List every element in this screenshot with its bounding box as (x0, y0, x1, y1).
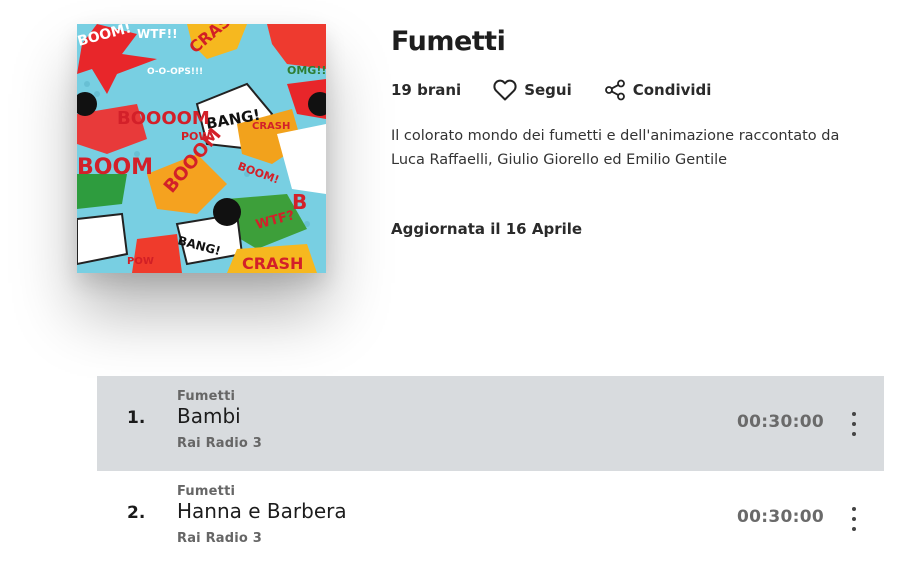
track-program: Fumetti (177, 484, 236, 499)
playlist-meta: 19 brani Segui Condividi (391, 76, 743, 104)
track-row[interactable]: 2. Fumetti Hanna e Barbera Rai Radio 3 0… (97, 471, 884, 563)
svg-text:CRASH: CRASH (242, 254, 303, 273)
follow-button[interactable]: Segui (493, 79, 572, 101)
playlist-description: Il colorato mondo dei fumetti e dell'ani… (391, 128, 840, 168)
comic-cover-art: BOOM! WTF!! CRASH O-O-OPS!!! OMG!!! BANG… (77, 24, 326, 273)
tracks-count: 19 brani (391, 81, 462, 99)
follow-label: Segui (524, 81, 572, 99)
track-channel[interactable]: Rai Radio 3 (177, 531, 262, 546)
share-button[interactable]: Condividi (604, 79, 712, 101)
playlist-title: Fumetti (391, 26, 506, 57)
track-program: Fumetti (177, 389, 236, 404)
svg-text:BOOM: BOOM (77, 155, 153, 180)
svg-text:WTF!!: WTF!! (137, 27, 178, 41)
svg-text:OMG!!!: OMG!!! (287, 64, 326, 77)
track-title[interactable]: Bambi (177, 404, 241, 428)
track-channel[interactable]: Rai Radio 3 (177, 436, 262, 451)
more-vertical-icon[interactable] (844, 412, 864, 436)
svg-text:CRASH: CRASH (252, 121, 290, 132)
track-duration: 00:30:00 (737, 412, 824, 432)
heart-icon (493, 79, 517, 101)
svg-text:BOOOOM: BOOOOM (117, 108, 210, 129)
svg-text:O-O-OPS!!!: O-O-OPS!!! (147, 67, 203, 77)
updated-date: Aggiornata il 16 Aprile (391, 220, 583, 238)
share-icon (604, 79, 626, 101)
more-vertical-icon[interactable] (844, 507, 864, 531)
track-duration: 00:30:00 (737, 507, 824, 527)
svg-text:B: B (292, 190, 307, 214)
track-number: 1. (127, 408, 146, 428)
share-label: Condividi (632, 81, 712, 99)
svg-text:POW: POW (127, 256, 154, 267)
track-row[interactable]: 1. Fumetti Bambi Rai Radio 3 00:30:00 (97, 376, 884, 471)
track-number: 2. (127, 503, 146, 523)
playlist-cover: BOOM! WTF!! CRASH O-O-OPS!!! OMG!!! BANG… (77, 24, 326, 273)
track-title[interactable]: Hanna e Barbera (177, 499, 347, 523)
